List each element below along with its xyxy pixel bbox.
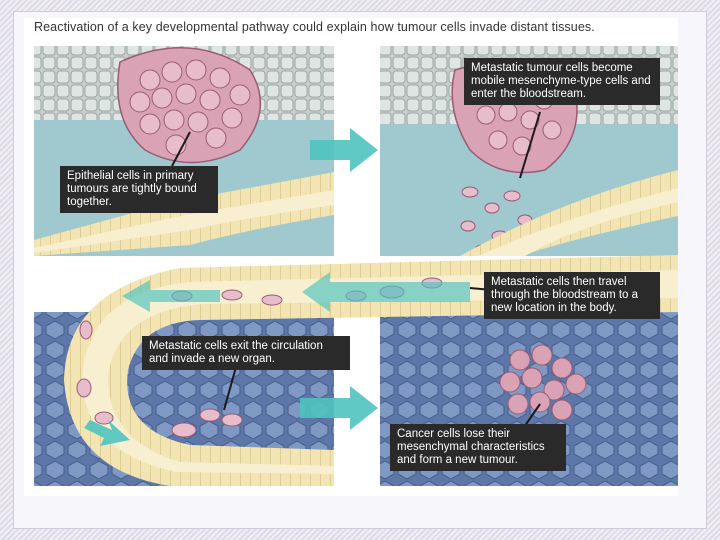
callout-exit: Metastatic cells exit the circulation an… bbox=[142, 336, 350, 370]
callout-travel: Metastatic cells then travel through the… bbox=[484, 272, 660, 319]
callout-metastatic-become: Metastatic tumour cells become mobile me… bbox=[464, 58, 660, 105]
callout-epithelial: Epithelial cells in primary tumours are … bbox=[60, 166, 218, 213]
panel-primary-tumour bbox=[34, 46, 334, 256]
callout-lose: Cancer cells lose their mesenchymal char… bbox=[390, 424, 566, 471]
